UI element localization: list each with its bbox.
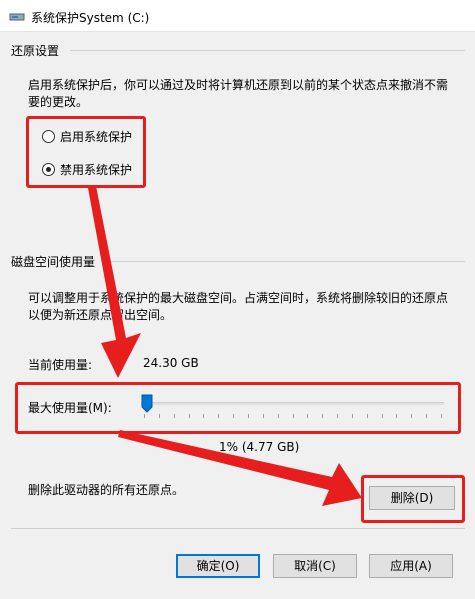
slider-tick	[188, 414, 190, 418]
disk-heading: 磁盘空间使用量	[11, 255, 96, 269]
slider-tick	[337, 414, 339, 418]
radio-disable-label[interactable]: 禁用系统保护	[60, 161, 132, 178]
restore-heading: 还原设置	[11, 44, 60, 58]
slider-tick	[292, 414, 294, 418]
slider-tick	[218, 414, 220, 418]
title-bar: 系统保护System (C:)	[0, 0, 475, 32]
arrow-down-icon	[88, 186, 141, 378]
current-usage-label: 当前使用量:	[28, 358, 93, 372]
slider-tick	[158, 414, 160, 418]
slider-tick	[144, 414, 145, 418]
slider-tick	[366, 414, 368, 418]
radio-enable-circle[interactable]	[42, 130, 55, 143]
current-usage-value: 24.30 GB	[143, 356, 199, 370]
radio-disable-circle[interactable]	[42, 163, 55, 176]
slider-tick	[262, 414, 264, 418]
slider-tick	[247, 414, 249, 418]
window-title: 系统保护System (C:)	[31, 11, 150, 25]
slider-thumb[interactable]	[141, 394, 153, 413]
slider-tick	[381, 414, 383, 418]
slider-tick	[396, 414, 398, 418]
disk-description-line1: 可以调整用于系统保护的最大磁盘空间。占满空间时，系统将删除较旧的还原点	[28, 291, 449, 305]
slider-tick	[411, 414, 413, 418]
slider-tick	[351, 414, 353, 418]
radio-enable-label[interactable]: 启用系统保护	[60, 128, 132, 145]
ok-button[interactable]: 确定(O)	[176, 554, 260, 578]
drive-icon	[9, 13, 25, 21]
restore-description-line1: 启用系统保护后，你可以通过及时将计算机还原到以前的某个状态点来撤消不需	[28, 78, 449, 92]
slider-tick	[322, 414, 324, 418]
disk-heading-divider	[104, 261, 465, 262]
restore-heading-divider	[70, 50, 465, 51]
slider-tick	[277, 414, 279, 418]
slider-track[interactable]	[141, 402, 444, 405]
delete-description: 删除此驱动器的所有还原点。	[28, 483, 185, 497]
cancel-button[interactable]: 取消(C)	[273, 554, 357, 578]
disk-description-line2: 以便为新还原点留出空间。	[28, 308, 173, 322]
slider-tick	[203, 414, 205, 418]
radio-selected-dot	[46, 167, 51, 172]
max-usage-label: 最大使用量(M):	[28, 401, 112, 415]
bottom-divider	[11, 528, 465, 529]
slider-tick	[233, 414, 235, 418]
slider-tick	[173, 414, 175, 418]
apply-button[interactable]: 应用(A)	[369, 554, 453, 578]
slider-tick	[441, 414, 442, 418]
restore-description-line2: 要的更改。	[28, 95, 89, 109]
slider-tick	[307, 414, 309, 418]
slider-tick	[426, 414, 428, 418]
delete-button[interactable]: 删除(D)	[369, 486, 455, 510]
max-usage-value: 1% (4.77 GB)	[219, 440, 300, 454]
